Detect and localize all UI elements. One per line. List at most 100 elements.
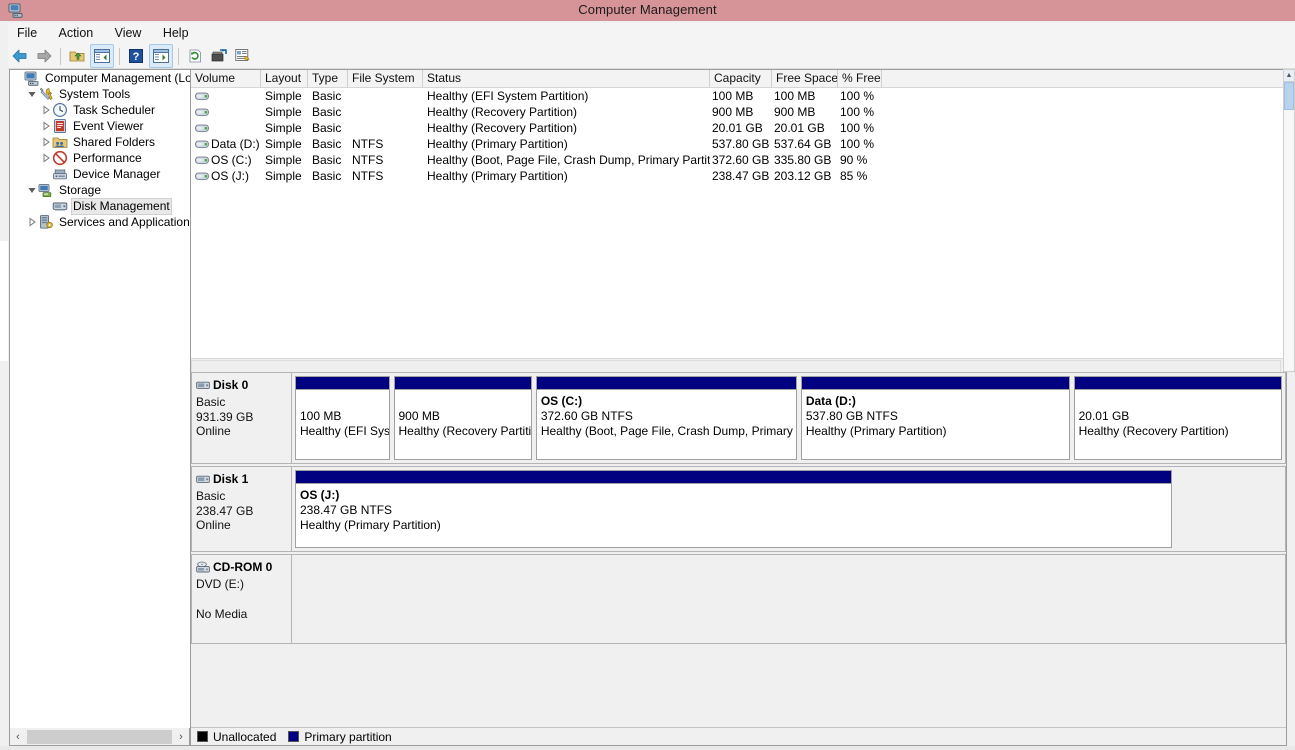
- volume-icon: [195, 139, 209, 150]
- disk-name: Disk 1: [213, 472, 249, 486]
- cell-type: Basic: [312, 121, 342, 135]
- partition-size: 537.80 GB NTFS: [805, 409, 898, 423]
- up-folder-icon[interactable]: [66, 45, 88, 67]
- table-row[interactable]: Simple Basic Healthy (EFI System Partition…: [191, 88, 1286, 104]
- tree-item-device-manager[interactable]: Device Manager: [10, 166, 191, 182]
- menu-item-file[interactable]: File: [8, 23, 46, 43]
- partition-block[interactable]: Data (D:) 537.80 GB NTFS Healthy (Primary …: [800, 376, 1070, 460]
- forward-icon[interactable]: [33, 45, 55, 67]
- properties-icon[interactable]: [232, 45, 254, 67]
- cdrom-panel[interactable]: CD-ROM 0 DVD (E:) No Media: [191, 554, 1286, 644]
- table-row[interactable]: Simple Basic Healthy (Recovery Partition) 9…: [191, 104, 1286, 120]
- volume-list: Volume Layout Type File System Status Capacit…: [191, 70, 1286, 358]
- legend-swatch: [288, 731, 300, 742]
- chevron-right-icon[interactable]: [40, 118, 52, 134]
- partition-name: OS (J:): [300, 488, 340, 502]
- partition-block[interactable]: OS (C:) 372.60 GB NTFS Healthy (Boot, Page…: [535, 376, 797, 460]
- column-header-layout[interactable]: Layout: [261, 70, 308, 87]
- column-header-capacity[interactable]: Capacity: [710, 70, 772, 87]
- chevron-down-icon[interactable]: [26, 182, 38, 198]
- cell-layout: Simple: [265, 153, 302, 167]
- window-bottom-frame: [0, 746, 1295, 750]
- tree-item-system-tools[interactable]: System Tools: [10, 86, 191, 102]
- tree-item-shared-folders[interactable]: Shared Folders: [10, 134, 191, 150]
- cell-free-space: 203.12 GB: [774, 169, 832, 183]
- twisty-placeholder: [40, 166, 52, 182]
- scroll-left-arrow-icon[interactable]: ‹: [10, 729, 26, 745]
- menu-item-action[interactable]: Action: [50, 23, 103, 43]
- tree-horizontal-scrollbar[interactable]: ‹ ›: [9, 728, 190, 746]
- chevron-down-icon[interactable]: [26, 86, 38, 102]
- cell-capacity: 900 MB: [712, 105, 754, 119]
- menu-item-help[interactable]: Help: [154, 23, 198, 43]
- table-row[interactable]: Data (D:) Simple Basic NTFS Healthy (Primary…: [191, 136, 1286, 152]
- show-hide-action-pane-icon[interactable]: [149, 44, 173, 68]
- cell-percent-free: 100 %: [840, 89, 875, 103]
- column-header-status[interactable]: Status: [423, 70, 710, 87]
- table-row[interactable]: Simple Basic Healthy (Recovery Partition) 2…: [191, 120, 1286, 136]
- partition-color-bar: [1074, 377, 1282, 390]
- cell-layout: Simple: [265, 121, 302, 135]
- column-header--free[interactable]: % Free: [838, 70, 882, 87]
- table-row[interactable]: OS (C:) Simple Basic NTFS Healthy (Boot, Pag…: [191, 152, 1286, 168]
- scroll-thumb[interactable]: [27, 729, 172, 744]
- disk-header[interactable]: Disk 1 Basic 238.47 GB Online: [192, 467, 292, 551]
- column-header-volume[interactable]: Volume: [191, 70, 261, 87]
- partition-block[interactable]: 20.01 GB Healthy (Recovery Partition): [1073, 376, 1283, 460]
- tree-item-performance[interactable]: Performance: [10, 150, 191, 166]
- show-hide-console-tree-icon[interactable]: [90, 44, 114, 68]
- column-header-type[interactable]: Type: [308, 70, 348, 87]
- scroll-right-arrow-icon[interactable]: ›: [173, 729, 189, 745]
- disk-header[interactable]: Disk 0 Basic 931.39 GB Online: [192, 373, 292, 463]
- partition-size: 238.47 GB NTFS: [300, 503, 393, 517]
- disk-panel-disk-0[interactable]: Disk 0 Basic 931.39 GB Online 100 MB Healthy …: [191, 372, 1286, 464]
- back-icon[interactable]: [9, 45, 31, 67]
- volume-list-vertical-scrollbar[interactable]: ▲: [1283, 69, 1295, 372]
- partition-block[interactable]: 100 MBHealthy (EFI System Partition): [295, 376, 390, 460]
- chevron-right-icon[interactable]: [40, 150, 52, 166]
- tree-item-task-scheduler[interactable]: Task Scheduler: [10, 102, 191, 118]
- disk-panel-disk-1[interactable]: Disk 1 Basic 238.47 GB Online OS (J:) 238.47 …: [191, 466, 1286, 552]
- window-left-frame: [0, 21, 8, 750]
- tree-item-services-and-applications[interactable]: Services and Applications: [10, 214, 191, 230]
- column-header-free-space[interactable]: Free Space: [772, 70, 838, 87]
- chevron-right-icon[interactable]: [40, 134, 52, 150]
- tree-item-computer-management-local[interactable]: Computer Management (Local: [10, 70, 191, 86]
- scroll-up-arrow-icon[interactable]: ▲: [1284, 70, 1294, 82]
- scroll-thumb[interactable]: [1284, 82, 1294, 110]
- tree-item-event-viewer[interactable]: Event Viewer: [10, 118, 191, 134]
- export-list-icon[interactable]: [208, 45, 230, 67]
- cell-percent-free: 100 %: [840, 121, 875, 135]
- menu-item-view[interactable]: View: [106, 23, 151, 43]
- services-icon: [38, 214, 54, 230]
- legend-item: Primary partition: [288, 730, 392, 744]
- volume-label: Data (D:): [211, 137, 260, 151]
- cell-volume: OS (C:): [191, 153, 261, 167]
- volume-icon: [195, 155, 209, 166]
- help-icon[interactable]: ?: [125, 45, 147, 67]
- volume-icon: [195, 107, 209, 118]
- chevron-right-icon[interactable]: [26, 214, 38, 230]
- svg-text:?: ?: [133, 51, 140, 63]
- cell-volume: [191, 107, 261, 118]
- cell-file-system: NTFS: [352, 137, 384, 151]
- twisty-placeholder: [12, 70, 24, 86]
- partition-block[interactable]: OS (J:) 238.47 GB NTFS Healthy (Primary Pa…: [295, 470, 1172, 548]
- cell-status: Healthy (Recovery Partition): [427, 105, 578, 119]
- volume-list-rows: Simple Basic Healthy (EFI System Partition…: [191, 88, 1286, 184]
- tree-item-disk-management[interactable]: Disk Management: [10, 197, 191, 215]
- column-header-blank[interactable]: [882, 70, 1286, 87]
- cdrom-header[interactable]: CD-ROM 0 DVD (E:) No Media: [192, 555, 292, 643]
- table-row[interactable]: OS (J:) Simple Basic NTFS Healthy (Primary P…: [191, 168, 1286, 184]
- partition-info: 900 MBHealthy (Recovery Partition): [395, 390, 531, 439]
- partition-color-bar: [536, 377, 796, 390]
- column-header-file-system[interactable]: File System: [348, 70, 423, 87]
- title-bar[interactable]: Computer Management: [0, 0, 1295, 21]
- refresh-icon[interactable]: [184, 45, 206, 67]
- partition-block[interactable]: 900 MBHealthy (Recovery Partition): [393, 376, 532, 460]
- tree-item-storage[interactable]: Storage: [10, 182, 191, 198]
- chevron-right-icon[interactable]: [40, 102, 52, 118]
- partition-name-spacer: [399, 394, 527, 409]
- console-tree[interactable]: Computer Management (Local System Tools Ta…: [9, 69, 191, 730]
- cell-percent-free: 90 %: [840, 153, 868, 167]
